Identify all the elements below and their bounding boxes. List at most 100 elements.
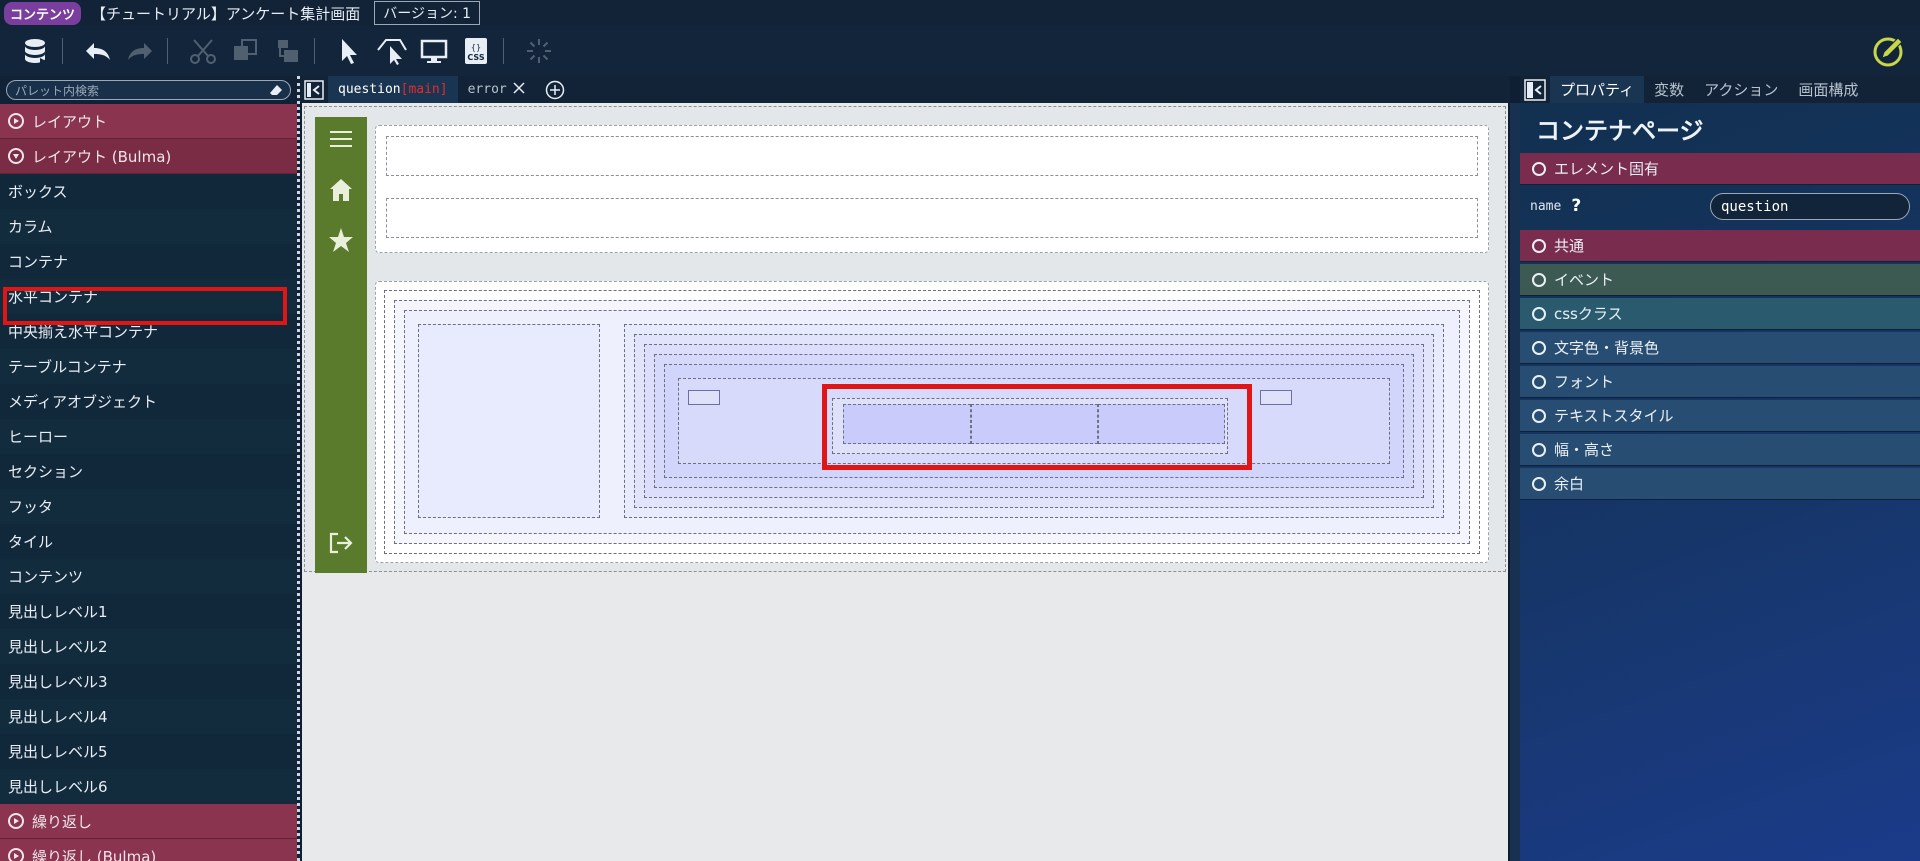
expand-icon	[1532, 340, 1546, 355]
palette-item[interactable]: 見出しレベル1	[0, 594, 297, 629]
menu-icon[interactable]	[328, 129, 354, 153]
palette-item[interactable]: ボックス	[0, 174, 297, 209]
palette-search-placeholder: パレット内検索	[15, 83, 100, 98]
section-events[interactable]: イベント	[1520, 264, 1920, 296]
palette-item[interactable]: 見出しレベル4	[0, 699, 297, 734]
palette-item[interactable]: セクション	[0, 454, 297, 489]
expand-icon	[1532, 408, 1546, 423]
palette-item[interactable]: 見出しレベル2	[0, 629, 297, 664]
palette-item[interactable]: メディアオブジェクト	[0, 384, 297, 419]
toolbar-separator	[62, 38, 63, 64]
database-icon[interactable]	[18, 34, 52, 68]
toolbar: {} CSS	[0, 26, 1920, 76]
palette-item[interactable]: カラム	[0, 209, 297, 244]
palette-item[interactable]: ヒーロー	[0, 419, 297, 454]
preview-icon[interactable]	[417, 34, 451, 68]
section-size[interactable]: 幅・高さ	[1520, 434, 1920, 466]
section-label: イベント	[1554, 271, 1615, 289]
input-placeholder[interactable]	[386, 136, 1478, 176]
collapse-palette-button[interactable]	[300, 76, 328, 103]
version-label[interactable]: バージョン: 1	[374, 1, 481, 25]
palette-section-label: レイアウト	[32, 112, 108, 131]
input-placeholder[interactable]	[386, 198, 1478, 238]
collapse-properties-button[interactable]	[1520, 76, 1550, 103]
expand-icon	[1532, 272, 1546, 287]
palette-item[interactable]: 見出しレベル3	[0, 664, 297, 699]
section-css-class[interactable]: cssクラス	[1520, 298, 1920, 330]
palette-section-repeat-bulma[interactable]: 繰り返し (Bulma)	[0, 839, 297, 861]
palette-item[interactable]: 見出しレベル5	[0, 734, 297, 769]
copy-icon[interactable]	[228, 34, 262, 68]
palette-section-layout[interactable]: レイアウト	[0, 104, 297, 139]
palette-item[interactable]: テーブルコンテナ	[0, 349, 297, 384]
palette-search-input[interactable]: パレット内検索	[6, 80, 291, 100]
section-text-style[interactable]: テキストスタイル	[1520, 400, 1920, 432]
content-type-badge: コンテンツ	[4, 1, 82, 25]
expand-icon	[1532, 374, 1546, 389]
palette-item[interactable]: コンテナ	[0, 244, 297, 279]
palette-section-repeat[interactable]: 繰り返し	[0, 804, 297, 839]
select-icon[interactable]	[333, 34, 367, 68]
section-font[interactable]: フォント	[1520, 366, 1920, 398]
eraser-icon[interactable]	[268, 83, 284, 100]
palette-item[interactable]: 中央揃え水平コンテナ	[0, 314, 297, 349]
tab-screen-structure[interactable]: 画面構成	[1788, 76, 1868, 103]
select-parent-icon[interactable]	[375, 34, 409, 68]
edit-icon[interactable]	[1872, 34, 1906, 68]
section-margin[interactable]: 余白	[1520, 468, 1920, 500]
panel-splitter[interactable]	[1510, 103, 1520, 861]
expand-icon	[1532, 442, 1546, 457]
palette-item[interactable]: タイル	[0, 524, 297, 559]
column-left[interactable]	[418, 324, 600, 518]
tab-actions[interactable]: アクション	[1694, 76, 1788, 103]
tab-error[interactable]: error	[458, 76, 535, 103]
name-property-row: name ?	[1530, 191, 1910, 221]
add-tab-button[interactable]	[535, 76, 575, 103]
palette-item[interactable]: コンテンツ	[0, 559, 297, 594]
palette-section-label: 繰り返し	[32, 812, 93, 831]
column-handle[interactable]	[688, 390, 720, 405]
expand-icon	[8, 113, 24, 129]
tab-question[interactable]: question [main]	[328, 76, 458, 103]
section-label: 文字色・背景色	[1554, 339, 1660, 357]
palette-item[interactable]: 水平コンテナ	[0, 279, 297, 314]
home-icon[interactable]	[328, 177, 354, 207]
tab-label: question	[338, 82, 401, 97]
close-tab-icon[interactable]	[513, 81, 525, 98]
loading-icon	[522, 34, 556, 68]
design-canvas[interactable]	[302, 103, 1508, 861]
cut-icon[interactable]	[186, 34, 220, 68]
side-navigation[interactable]	[315, 117, 367, 573]
collapse-icon	[1532, 161, 1546, 176]
star-icon[interactable]	[328, 227, 354, 257]
palette-item[interactable]: 見出しレベル6	[0, 769, 297, 804]
section-element-specific[interactable]: エレメント固有	[1520, 153, 1920, 185]
section-label: テキストスタイル	[1554, 407, 1674, 425]
logout-icon[interactable]	[328, 531, 354, 559]
expand-icon	[1532, 306, 1546, 321]
section-label: cssクラス	[1554, 305, 1623, 323]
tab-variables[interactable]: 変数	[1644, 76, 1694, 103]
redo-icon[interactable]	[123, 34, 157, 68]
content-box[interactable]	[375, 281, 1489, 563]
name-input[interactable]	[1710, 193, 1910, 220]
palette-item[interactable]: フッタ	[0, 489, 297, 524]
page-frame[interactable]	[304, 106, 1506, 573]
expand-icon	[1532, 238, 1546, 253]
css-icon[interactable]: {} CSS	[459, 34, 493, 68]
properties-panel: コンテナページ エレメント固有 name ? 共通 イベント cssクラス 文字…	[1520, 103, 1920, 861]
undo-icon[interactable]	[81, 34, 115, 68]
header-box[interactable]	[375, 125, 1489, 253]
expand-icon	[8, 848, 24, 861]
section-label: フォント	[1554, 373, 1615, 391]
paste-icon[interactable]	[270, 34, 304, 68]
column-handle[interactable]	[1260, 390, 1292, 405]
toolbar-separator	[314, 38, 315, 64]
help-icon[interactable]: ?	[1571, 196, 1581, 216]
palette-section-layout-bulma[interactable]: レイアウト (Bulma)	[0, 139, 297, 174]
tab-properties[interactable]: プロパティ	[1550, 76, 1645, 103]
section-label: 共通	[1554, 237, 1585, 255]
section-common[interactable]: 共通	[1520, 230, 1920, 262]
section-colors[interactable]: 文字色・背景色	[1520, 332, 1920, 364]
collapse-icon	[8, 148, 24, 164]
